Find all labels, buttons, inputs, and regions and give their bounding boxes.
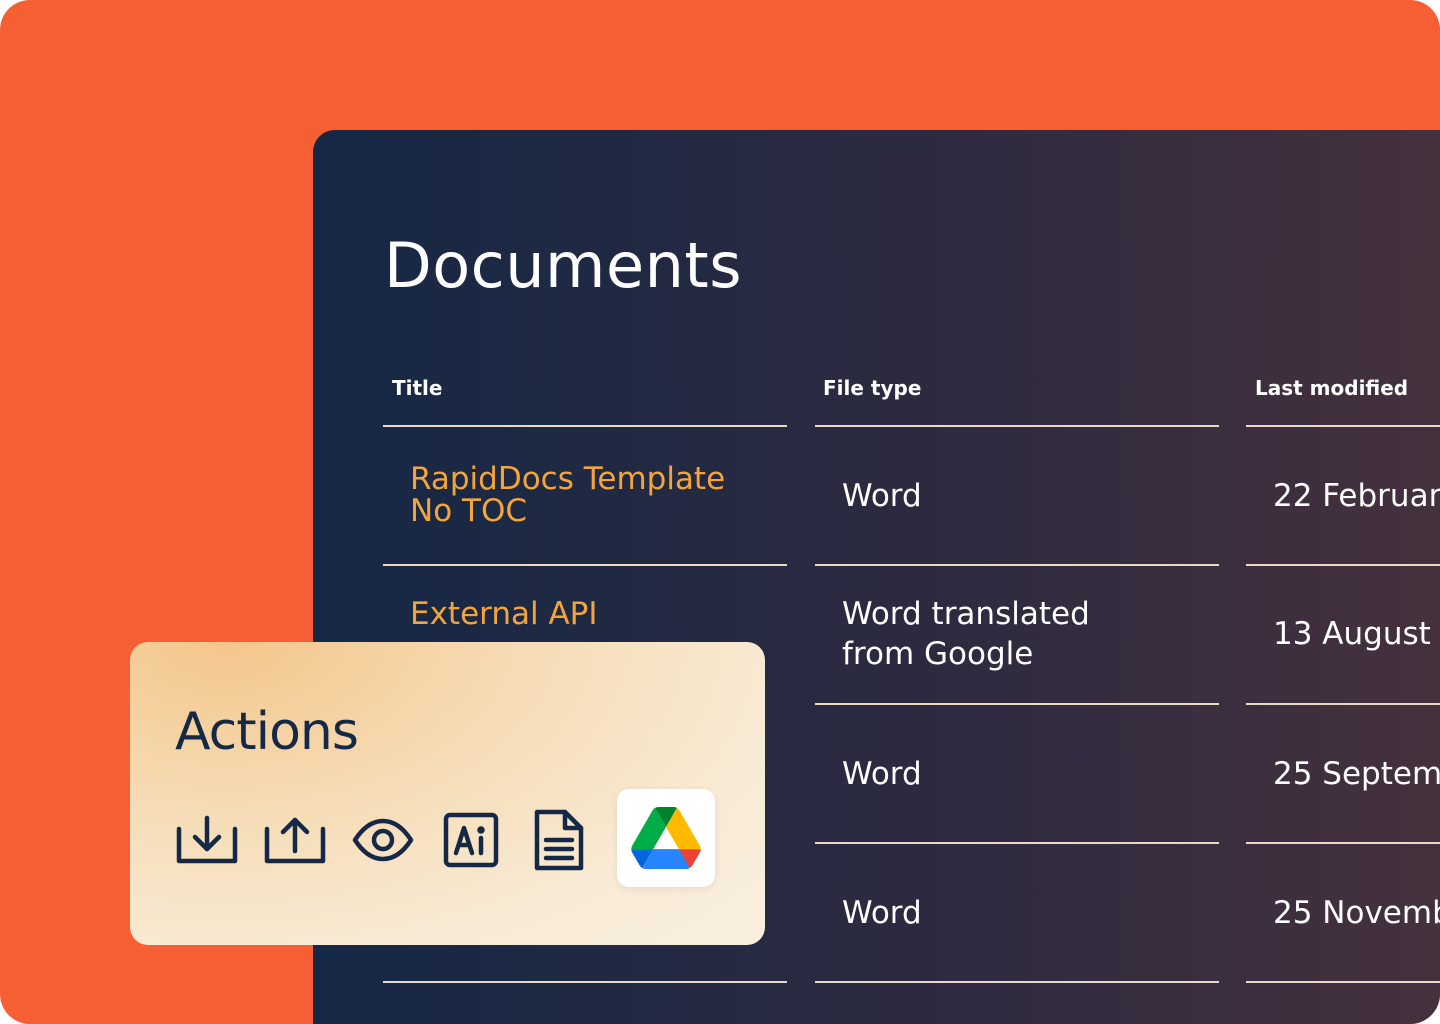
file-type-cell: Word [842, 756, 922, 792]
divider [1246, 703, 1440, 705]
last-modified-cell: 25 Novemb [1273, 895, 1440, 931]
column-header-last-modified[interactable]: Last modified [1255, 376, 1408, 400]
divider [1246, 564, 1440, 566]
divider [383, 425, 787, 427]
file-type-cell: Word [842, 478, 922, 514]
file-type-cell: Word [842, 895, 922, 931]
canvas: Documents Title File type Last modified … [0, 0, 1440, 1024]
adobe-illustrator-icon[interactable] [438, 807, 504, 873]
upload-icon[interactable] [262, 807, 328, 873]
column-header-file-type[interactable]: File type [823, 376, 921, 400]
column-header-title[interactable]: Title [392, 376, 442, 400]
divider [815, 981, 1219, 983]
last-modified-cell: 25 Septem [1273, 756, 1440, 792]
document-title-link[interactable]: RapidDocs Template No TOC [410, 463, 725, 527]
divider [1246, 981, 1440, 983]
divider [383, 564, 787, 566]
last-modified-cell: 22 Februar [1273, 478, 1440, 514]
google-drive-icon[interactable] [617, 789, 715, 887]
document-title-link[interactable]: External API [410, 598, 598, 630]
eye-icon[interactable] [350, 807, 416, 873]
document-title[interactable]: RapidDocs Template No TOC [410, 463, 725, 527]
file-type-cell: Word translated from Google [842, 596, 1090, 672]
page-title: Documents [384, 229, 743, 302]
divider [1246, 425, 1440, 427]
document-icon[interactable] [526, 807, 592, 873]
divider [815, 425, 1219, 427]
divider [815, 703, 1219, 705]
divider [815, 564, 1219, 566]
divider [383, 981, 787, 983]
divider [815, 842, 1219, 844]
actions-title: Actions [175, 702, 359, 762]
actions-card: Actions [130, 642, 765, 945]
divider [1246, 842, 1440, 844]
last-modified-cell: 13 August 2 [1273, 616, 1440, 652]
download-icon[interactable] [174, 807, 240, 873]
